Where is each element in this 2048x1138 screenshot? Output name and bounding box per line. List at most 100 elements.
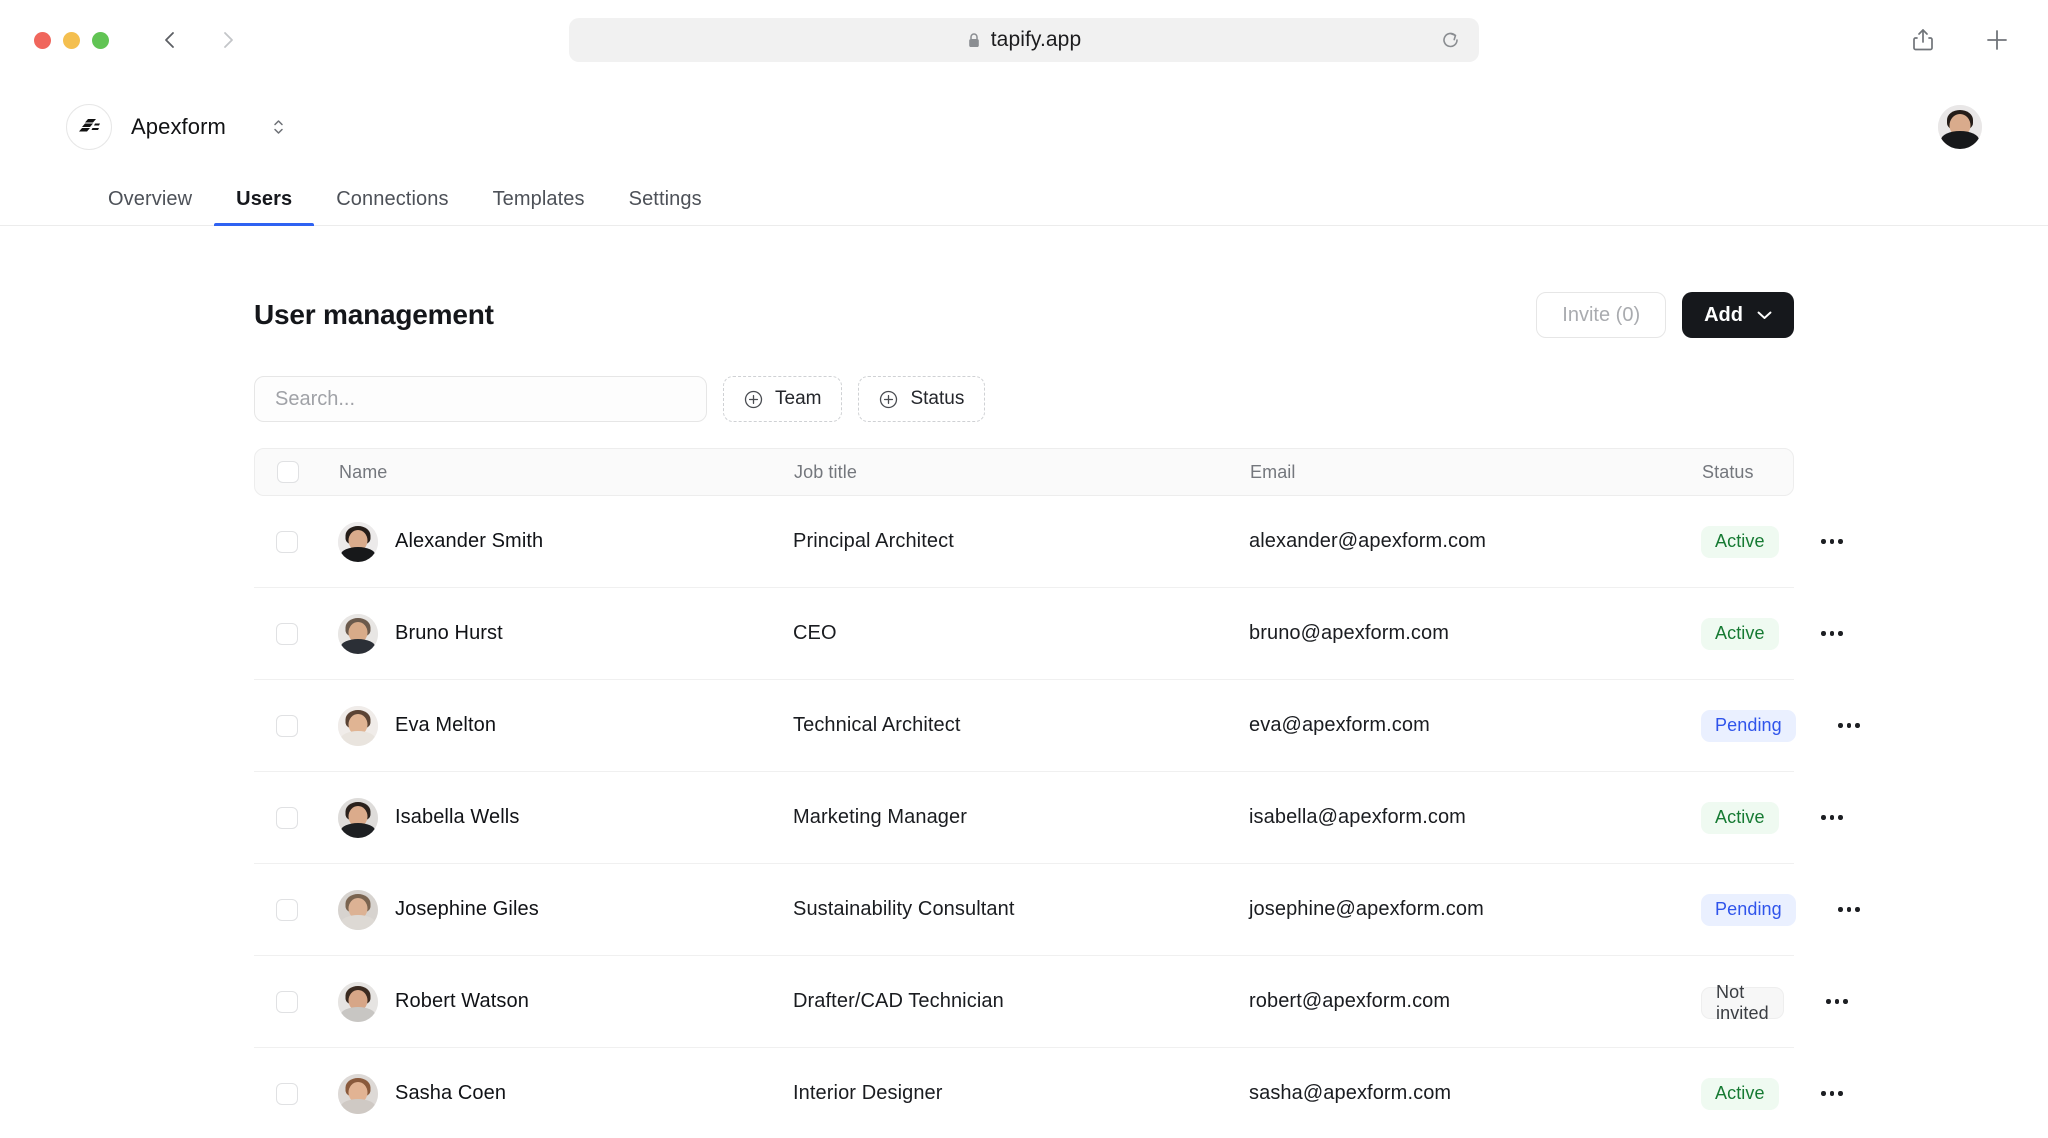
table-row[interactable]: Josephine Giles Sustainability Consultant…: [254, 864, 1860, 956]
column-header-job-title[interactable]: Job title: [794, 462, 1250, 483]
page-title: User management: [254, 299, 494, 330]
table-row[interactable]: Eva Melton Technical Architect eva@apexfor…: [254, 680, 1860, 772]
cell-actions: [1796, 717, 1866, 734]
ellipsis-icon[interactable]: [1820, 993, 1854, 1010]
chevron-left-icon[interactable]: [159, 29, 181, 51]
lock-icon: [967, 32, 981, 49]
tab-users[interactable]: Users: [214, 188, 315, 226]
avatar: [338, 613, 378, 654]
filter-chip-status-label: Status: [910, 388, 965, 409]
share-icon[interactable]: [1910, 27, 1936, 53]
search-input[interactable]: [254, 376, 707, 422]
window-traffic-lights: [34, 31, 109, 49]
page-content: User management Invite (0) Add T: [0, 226, 2048, 1138]
cell-actions: [1779, 625, 1849, 642]
status-badge: Active: [1701, 801, 1779, 834]
avatar: [338, 1073, 378, 1114]
address-bar[interactable]: tapify.app: [569, 18, 1479, 62]
select-all-checkbox[interactable]: [277, 461, 299, 483]
window-minimize-button[interactable]: [63, 31, 80, 49]
address-bar-container: tapify.app: [569, 18, 1479, 62]
tab-templates[interactable]: Templates: [471, 188, 607, 225]
tab-connections[interactable]: Connections: [314, 188, 470, 225]
cell-email: sasha@apexform.com: [1249, 1082, 1452, 1104]
ellipsis-icon[interactable]: [1832, 717, 1866, 734]
chevron-right-icon[interactable]: [217, 29, 239, 51]
row-select-cell: [276, 806, 338, 829]
row-checkbox[interactable]: [276, 1082, 298, 1105]
status-badge: Pending: [1701, 893, 1796, 926]
add-button[interactable]: Add: [1682, 292, 1794, 338]
tab-settings[interactable]: Settings: [607, 188, 724, 225]
invite-button[interactable]: Invite (0): [1536, 292, 1667, 338]
avatar[interactable]: [1938, 105, 1982, 149]
cell-email: robert@apexform.com: [1249, 990, 1451, 1012]
filter-bar: Team Status: [254, 376, 1794, 422]
browser-toolbar-right: [1910, 27, 2020, 53]
window-close-button[interactable]: [34, 31, 51, 49]
ellipsis-icon[interactable]: [1815, 533, 1849, 550]
row-checkbox[interactable]: [276, 806, 298, 829]
avatar-body: [1941, 131, 1979, 149]
user-name: Isabella Wells: [395, 806, 520, 828]
cell-job-title: Marketing Manager: [793, 806, 968, 828]
cell-actions: [1779, 809, 1849, 826]
cell-name: Isabella Wells: [338, 797, 793, 838]
column-header-status[interactable]: Status: [1702, 462, 1754, 483]
row-select-cell: [276, 714, 338, 737]
column-header-name[interactable]: Name: [339, 462, 794, 483]
table-row[interactable]: Alexander Smith Principal Architect alexan…: [254, 496, 1843, 588]
status-badge: Not invited: [1701, 982, 1784, 1023]
avatar: [338, 889, 378, 930]
table-row[interactable]: Isabella Wells Marketing Manager isabella@…: [254, 772, 1843, 864]
ellipsis-icon[interactable]: [1832, 901, 1866, 918]
ellipsis-icon[interactable]: [1815, 809, 1849, 826]
add-button-label: Add: [1704, 303, 1743, 326]
chevron-up-down-icon[interactable]: [271, 115, 287, 139]
cell-status: Active: [1701, 617, 1779, 650]
cell-name: Eva Melton: [338, 705, 793, 746]
avatar-body: [341, 822, 375, 838]
row-checkbox[interactable]: [276, 714, 298, 737]
row-select-cell: [276, 530, 338, 553]
cell-name: Bruno Hurst: [338, 613, 793, 654]
cell-job-title: Principal Architect: [793, 530, 954, 552]
cell-job-title: CEO: [793, 622, 837, 644]
cell-job-title: Sustainability Consultant: [793, 898, 1015, 920]
ellipsis-icon[interactable]: [1815, 625, 1849, 642]
ellipsis-icon[interactable]: [1815, 1085, 1849, 1102]
table-header-row: Name Job title Email Status: [254, 448, 1794, 496]
workspace-switcher[interactable]: Apexform: [66, 104, 287, 150]
table-body: Alexander Smith Principal Architect alexan…: [254, 496, 1860, 1138]
avatar: [338, 705, 378, 746]
reload-icon[interactable]: [1440, 30, 1461, 51]
window-maximize-button[interactable]: [92, 31, 109, 49]
page-header: User management Invite (0) Add: [254, 226, 1794, 338]
table-row[interactable]: Bruno Hurst CEO bruno@apexform.com Active: [254, 588, 1843, 680]
row-checkbox[interactable]: [276, 990, 298, 1013]
row-select-cell: [276, 898, 338, 921]
row-checkbox[interactable]: [276, 530, 298, 553]
column-header-email[interactable]: Email: [1250, 462, 1702, 483]
filter-chip-team[interactable]: Team: [723, 376, 843, 422]
cell-status: Pending: [1701, 893, 1796, 926]
avatar: [338, 521, 378, 562]
filter-chip-status[interactable]: Status: [858, 376, 986, 422]
table-row[interactable]: Sasha Coen Interior Designer sasha@apexfor…: [254, 1048, 1843, 1138]
row-checkbox[interactable]: [276, 898, 298, 921]
cell-job-title: Technical Architect: [793, 714, 961, 736]
cell-email: bruno@apexform.com: [1249, 622, 1449, 644]
cell-job-title: Drafter/CAD Technician: [793, 990, 1004, 1012]
avatar-body: [341, 914, 375, 930]
workspace-name: Apexform: [131, 114, 226, 139]
cell-email: alexander@apexform.com: [1249, 530, 1487, 552]
status-badge: Active: [1701, 617, 1779, 650]
plus-icon[interactable]: [1984, 27, 2010, 53]
row-checkbox[interactable]: [276, 622, 298, 645]
chevron-down-icon: [1757, 310, 1772, 320]
tab-overview[interactable]: Overview: [86, 188, 214, 225]
page-actions: Invite (0) Add: [1536, 292, 1794, 338]
cell-actions: [1779, 533, 1849, 550]
avatar-body: [341, 546, 375, 562]
table-row[interactable]: Robert Watson Drafter/CAD Technician rober…: [254, 956, 1848, 1048]
